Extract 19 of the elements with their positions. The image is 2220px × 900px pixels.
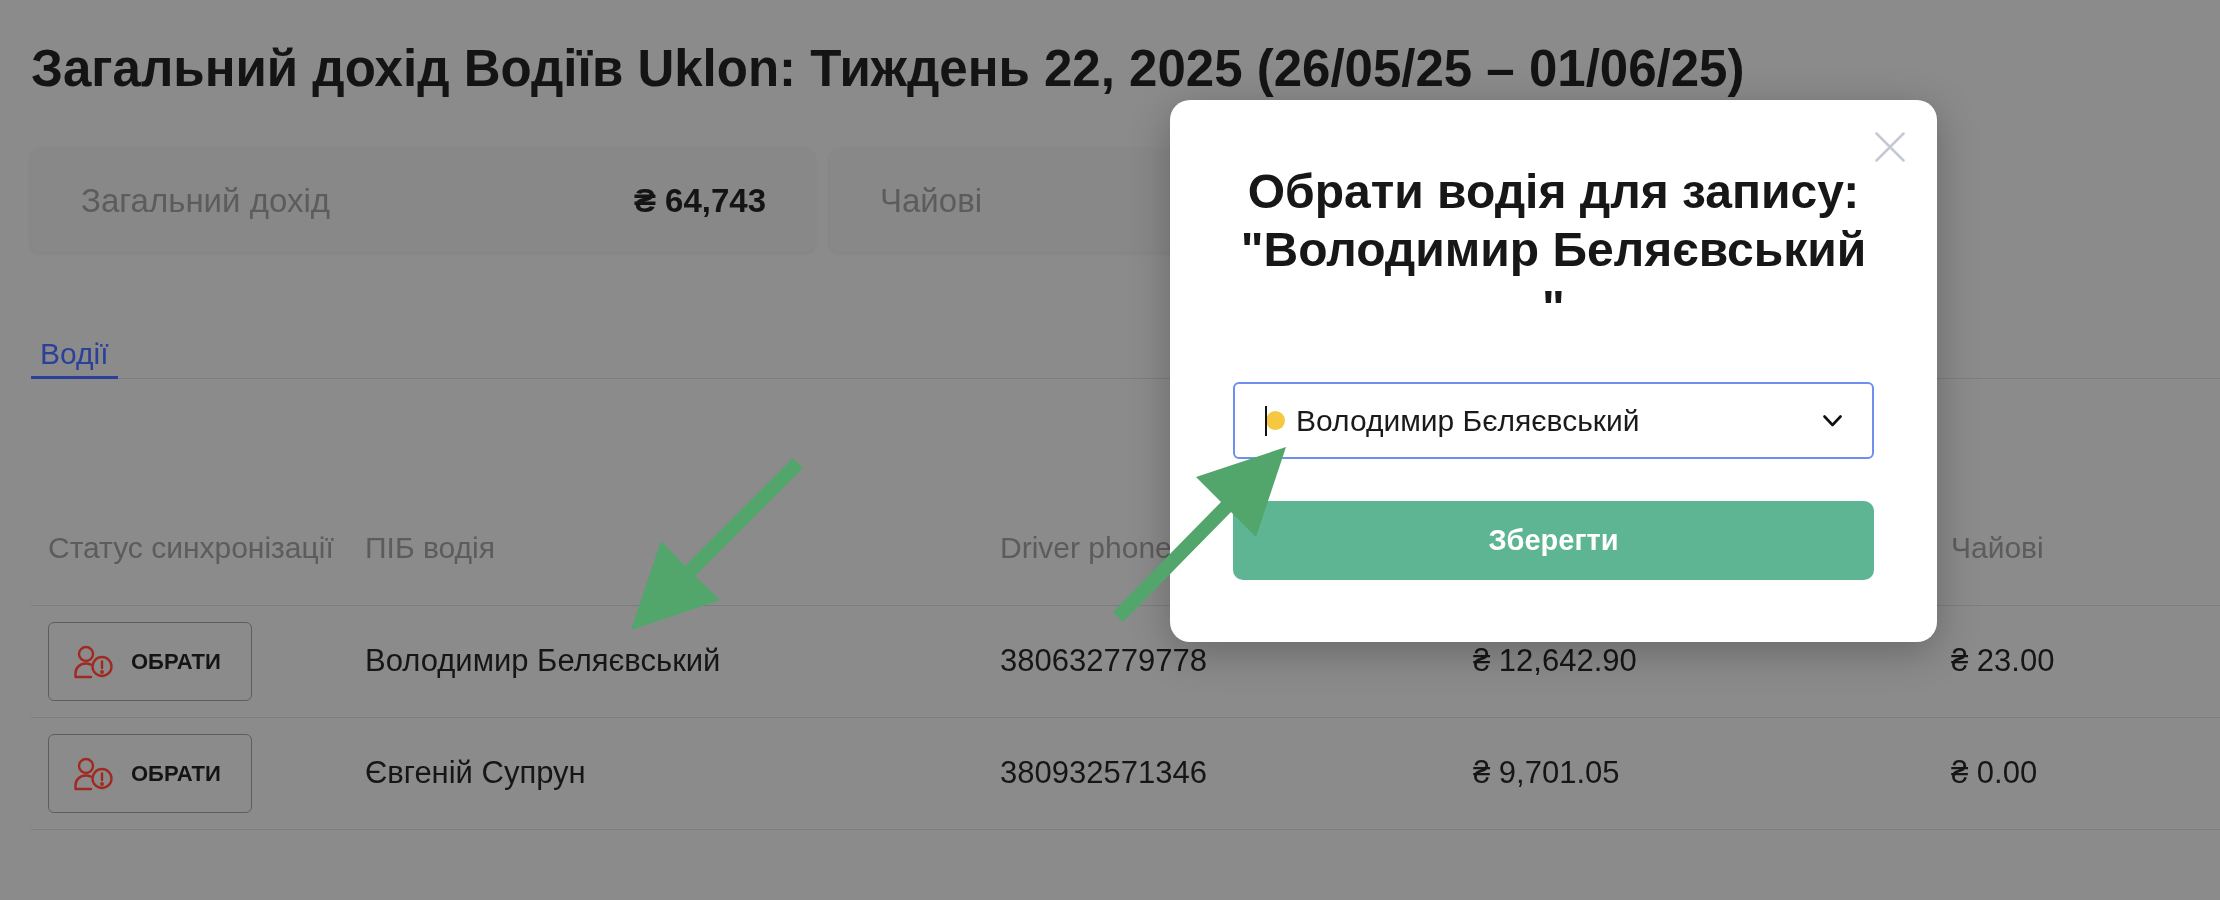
chevron-down-icon	[1823, 414, 1842, 427]
amount: ₴ 12,642.90	[1473, 642, 1637, 681]
driver-select[interactable]: Володимир Бєляєвський	[1233, 382, 1874, 459]
driver-name: Володимир Беляєвський	[365, 642, 721, 681]
driver-name: Євгеній Супрун	[365, 754, 586, 793]
tip-amount: ₴ 23.00	[1951, 642, 2055, 681]
card-value: ₴ 64,743	[633, 180, 766, 221]
person-alert-icon	[73, 756, 113, 791]
select-button[interactable]: ОБРАТИ	[48, 734, 252, 813]
text-cursor	[1265, 405, 1267, 436]
select-button[interactable]: ОБРАТИ	[48, 622, 252, 701]
page-title: Загальний дохід Водіїв Uklon: Тиждень 22, 2025 (26/05/25 – 01/06/25)	[31, 40, 1745, 98]
phone-number: 380632779778	[1000, 642, 1207, 681]
phone-number: 380932571346	[1000, 754, 1207, 793]
tip-amount: ₴ 0.00	[1951, 754, 2038, 793]
modal-title: Обрати водія для запису: "Володимир Беляєвський "	[1239, 164, 1868, 336]
close-icon[interactable]	[1875, 132, 1905, 162]
amount: ₴ 9,701.05	[1473, 754, 1620, 793]
person-alert-icon	[73, 644, 113, 679]
